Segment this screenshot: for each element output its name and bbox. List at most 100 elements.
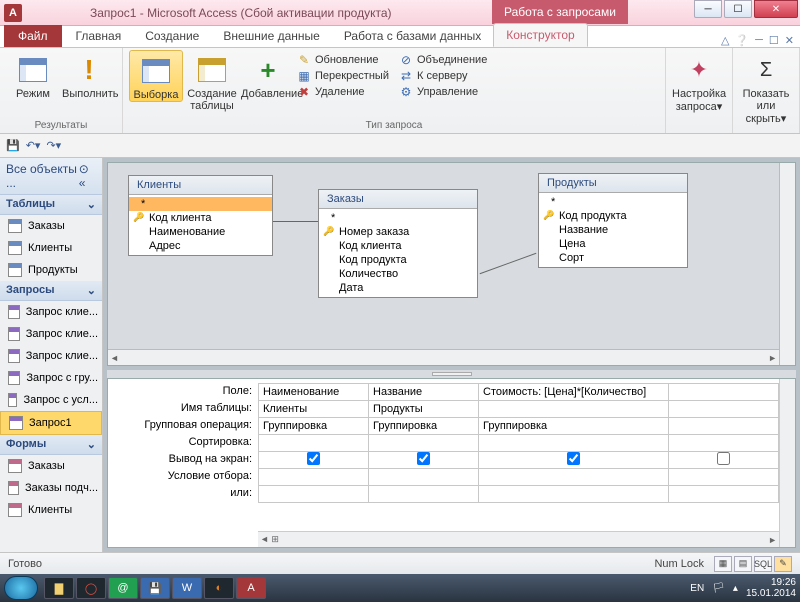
query-grid: Поле: Имя таблицы: Групповая операция: С…	[107, 378, 796, 548]
nav-table-orders[interactable]: Заказы	[0, 215, 102, 237]
nav-query-current[interactable]: Запрос1	[0, 411, 102, 435]
nav-table-clients[interactable]: Клиенты	[0, 237, 102, 259]
redo-icon[interactable]: ↷▾	[46, 139, 61, 152]
passthrough-button[interactable]: ⇄К серверу	[399, 68, 487, 84]
nav-query-4[interactable]: Запрос с усл...	[0, 389, 102, 411]
splitter[interactable]	[107, 370, 796, 378]
hscrollbar[interactable]: ◄►	[108, 349, 779, 365]
crosstab-button[interactable]: ▦Перекрестный	[297, 68, 389, 84]
show-check-4[interactable]	[717, 452, 730, 465]
tab-create[interactable]: Создание	[133, 25, 211, 47]
datadef-button[interactable]: ⚙Управление	[399, 84, 487, 100]
run-button[interactable]: !Выполнить	[62, 50, 116, 100]
nav-query-2[interactable]: Запрос клие...	[0, 345, 102, 367]
taskbar-firefox-icon[interactable]: ◐	[204, 577, 234, 599]
grid-hscroll[interactable]: ◄ ⊞►	[258, 531, 779, 547]
view-pivot-icon[interactable]: ▤	[734, 556, 752, 572]
grid-table[interactable]: НаименованиеНазваниеСтоимость: [Цена]*[К…	[258, 383, 779, 503]
nav-form-0[interactable]: Заказы	[0, 455, 102, 477]
tray-flag-icon[interactable]: 🏳	[712, 583, 725, 594]
quick-access-toolbar: 💾 ↶▾ ↷▾	[0, 134, 800, 158]
tray-lang[interactable]: EN	[690, 583, 704, 594]
query-design-area: Клиенты * Код клиента Наименование Адрес…	[103, 158, 800, 552]
update-button[interactable]: ✎Обновление	[297, 52, 389, 68]
nav-query-0[interactable]: Запрос клие...	[0, 301, 102, 323]
taskbar-mail-icon[interactable]: @	[108, 577, 138, 599]
maketable-button[interactable]: Создание таблицы	[185, 50, 239, 112]
tab-design[interactable]: Конструктор	[493, 23, 587, 47]
nav-header[interactable]: Все объекты ...⊙ «	[0, 158, 102, 195]
taskbar-explorer-icon[interactable]: ▇	[44, 577, 74, 599]
tray-clock[interactable]: 19:2615.01.2014	[746, 577, 796, 599]
tab-home[interactable]: Главная	[64, 25, 134, 47]
label-criteria: Условие отбора:	[108, 468, 258, 485]
maximize-button[interactable]: ☐	[724, 0, 752, 18]
show-check-2[interactable]	[417, 452, 430, 465]
label-or: или:	[108, 485, 258, 502]
start-button[interactable]	[4, 576, 38, 600]
table-orders[interactable]: Заказы * Номер заказа Код клиента Код пр…	[318, 189, 478, 298]
delete-button[interactable]: ✖Удаление	[297, 84, 389, 100]
join-line	[273, 221, 318, 222]
tab-external[interactable]: Внешние данные	[211, 25, 332, 47]
mdi-min-icon[interactable]: ─	[755, 34, 763, 47]
show-check-1[interactable]	[307, 452, 320, 465]
taskbar-save-icon[interactable]: 💾	[140, 577, 170, 599]
nav-query-3[interactable]: Запрос с гру...	[0, 367, 102, 389]
ribbon-tabs: Файл Главная Создание Внешние данные Раб…	[0, 26, 800, 48]
context-tab-querytools[interactable]: Работа с запросами	[492, 0, 628, 24]
view-datasheet-icon[interactable]: ▦	[714, 556, 732, 572]
label-field: Поле:	[108, 383, 258, 400]
status-numlock: Num Lock	[654, 558, 704, 570]
vscrollbar[interactable]	[779, 163, 795, 365]
minimize-button[interactable]: ─	[694, 0, 722, 18]
label-sort: Сортировка:	[108, 434, 258, 451]
mdi-close-icon[interactable]: ✕	[785, 34, 794, 47]
undo-icon[interactable]: ↶▾	[26, 139, 41, 152]
table-clients[interactable]: Клиенты * Код клиента Наименование Адрес	[128, 175, 273, 256]
navigation-pane: Все объекты ...⊙ « Таблицы⌄ Заказы Клиен…	[0, 158, 103, 552]
showhide-button[interactable]: ΣПоказать или скрыть▾	[739, 50, 793, 125]
group-querytype: Тип запроса	[129, 118, 659, 133]
window-title: Запрос1 - Microsoft Access (Сбой активац…	[90, 6, 392, 20]
view-button[interactable]: Режим	[6, 50, 60, 100]
status-bar: Готово Num Lock ▦ ▤ SQL ✎	[0, 552, 800, 574]
tab-dbtools[interactable]: Работа с базами данных	[332, 25, 493, 47]
close-button[interactable]: ✕	[754, 0, 798, 18]
grid-vscroll[interactable]	[779, 379, 795, 547]
label-table: Имя таблицы:	[108, 400, 258, 417]
querysetup-button[interactable]: ✦Настройка запроса▾	[672, 50, 726, 113]
minimize-ribbon-icon[interactable]: △	[721, 34, 729, 47]
taskbar-chrome-icon[interactable]: ◯	[76, 577, 106, 599]
taskbar-word-icon[interactable]: W	[172, 577, 202, 599]
help-icon[interactable]: ❔	[735, 34, 749, 47]
ribbon: Режим !Выполнить Результаты Выборка Созд…	[0, 48, 800, 134]
view-design-icon[interactable]: ✎	[774, 556, 792, 572]
show-check-3[interactable]	[567, 452, 580, 465]
label-total: Групповая операция:	[108, 417, 258, 434]
label-show: Вывод на экран:	[108, 451, 258, 468]
nav-group-tables[interactable]: Таблицы⌄	[0, 195, 102, 215]
save-icon[interactable]: 💾	[6, 139, 20, 152]
view-sql-icon[interactable]: SQL	[754, 556, 772, 572]
append-button[interactable]: +Добавление	[241, 50, 295, 100]
mdi-restore-icon[interactable]: ☐	[769, 34, 779, 47]
join-line	[480, 253, 537, 274]
taskbar-access-icon[interactable]: A	[236, 577, 266, 599]
nav-table-products[interactable]: Продукты	[0, 259, 102, 281]
tray-chevron-icon[interactable]: ▴	[733, 583, 738, 594]
status-ready: Готово	[8, 558, 42, 570]
group-results: Результаты	[6, 118, 116, 133]
select-query-button[interactable]: Выборка	[129, 50, 183, 102]
nav-form-1[interactable]: Заказы подч...	[0, 477, 102, 499]
nav-group-queries[interactable]: Запросы⌄	[0, 281, 102, 301]
table-products[interactable]: Продукты * Код продукта Название Цена Со…	[538, 173, 688, 268]
access-app-icon: A	[4, 4, 22, 22]
nav-form-2[interactable]: Клиенты	[0, 499, 102, 521]
tab-file[interactable]: Файл	[4, 25, 62, 47]
nav-group-forms[interactable]: Формы⌄	[0, 435, 102, 455]
nav-query-1[interactable]: Запрос клие...	[0, 323, 102, 345]
titlebar: A Запрос1 - Microsoft Access (Сбой актив…	[0, 0, 800, 26]
union-button[interactable]: ⊘Объединение	[399, 52, 487, 68]
relationship-canvas[interactable]: Клиенты * Код клиента Наименование Адрес…	[107, 162, 796, 366]
